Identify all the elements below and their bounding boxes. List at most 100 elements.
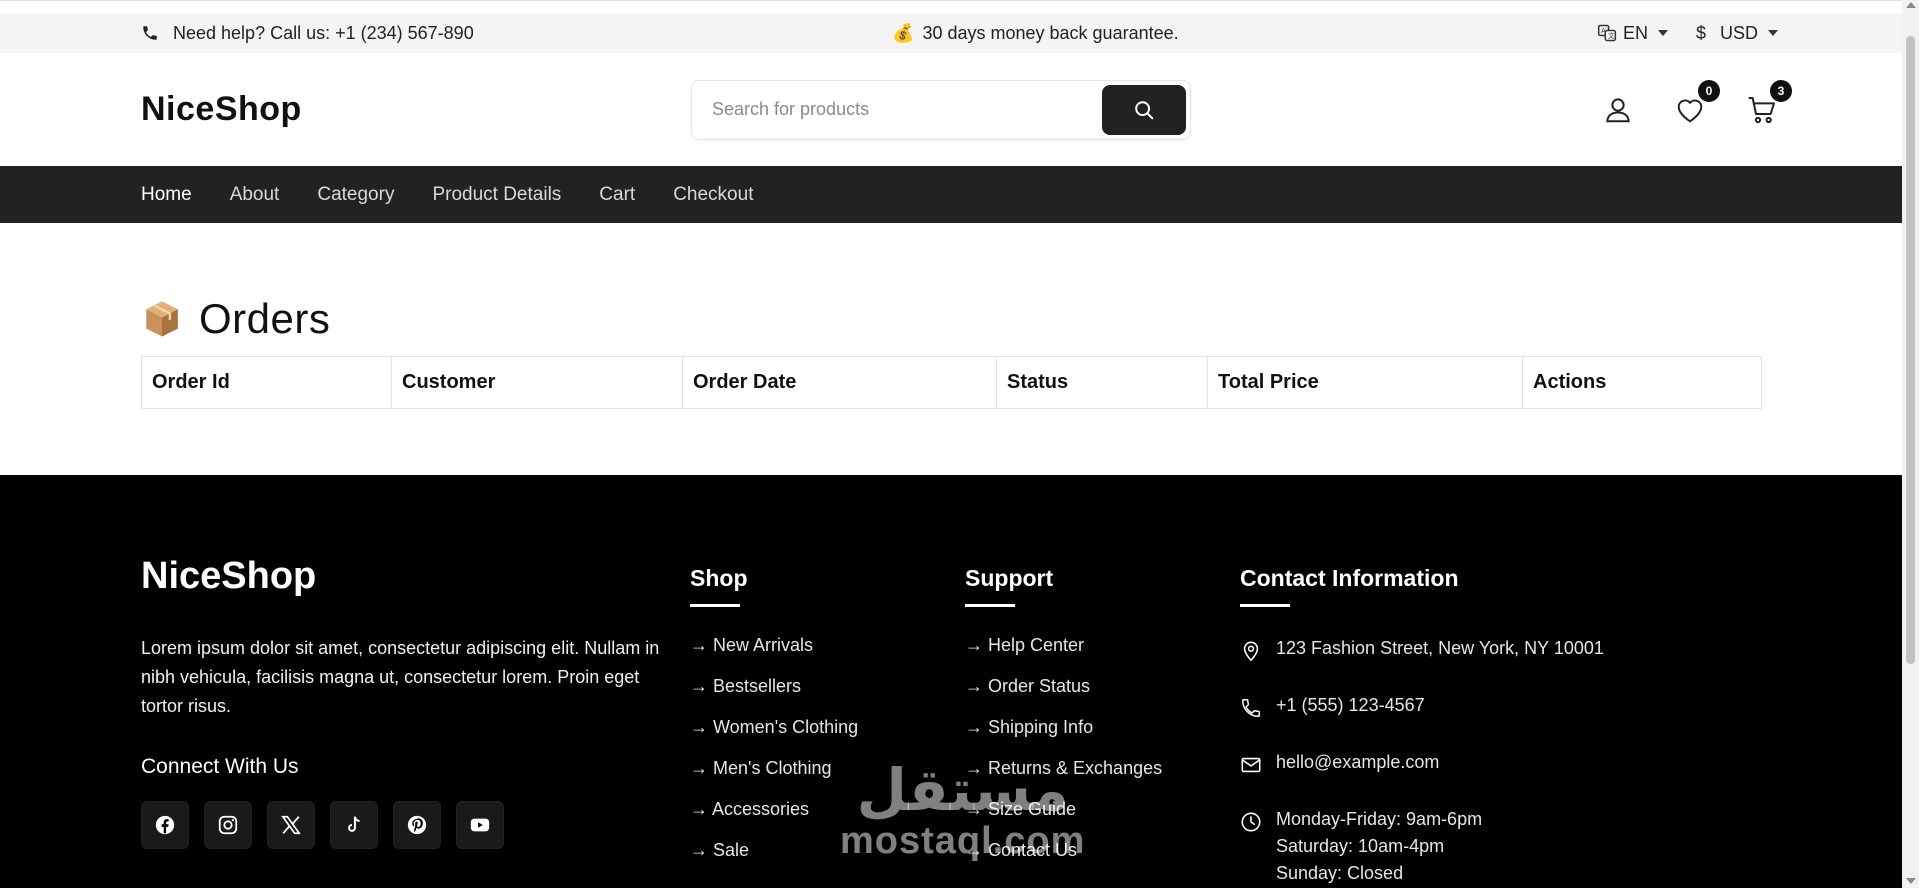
chevron-down-icon [1768, 30, 1778, 36]
heading-underline [965, 604, 1015, 607]
language-value: EN [1622, 22, 1648, 43]
footer-link-help-center[interactable]: → Help Center [965, 635, 1162, 676]
footer-link-bestsellers[interactable]: → Bestsellers [690, 676, 858, 717]
site-logo[interactable]: NiceShop [141, 90, 691, 129]
account-button[interactable] [1602, 94, 1634, 126]
social-facebook-button[interactable] [141, 801, 189, 849]
search-input[interactable] [712, 99, 1102, 120]
social-pinterest-button[interactable] [393, 801, 441, 849]
column-header-order-id: Order Id [141, 356, 392, 409]
help-contact[interactable]: Need help? Call us: +1 (234) 567-890 [141, 23, 474, 44]
currency-dropdown[interactable]: $ USD [1696, 23, 1778, 44]
cart-button[interactable]: 3 [1746, 79, 1792, 126]
site-header: NiceShop 0 3 [0, 53, 1919, 166]
hours-text: Monday-Friday: 9am-6pm Saturday: 10am-4p… [1276, 806, 1482, 887]
currency-symbol: $ [1695, 22, 1706, 43]
nav-item-product-details[interactable]: Product Details [432, 184, 561, 206]
nav-item-cart[interactable]: Cart [599, 184, 635, 206]
heading-underline [690, 604, 740, 607]
table-header-row: Order Id Customer Order Date Status Tota… [141, 356, 1762, 409]
top-info-bar: Need help? Call us: +1 (234) 567-890 💰 3… [0, 1, 1919, 53]
contact-details: 123 Fashion Street, New York, NY 10001 +… [1240, 635, 1604, 887]
wishlist-button[interactable]: 0 [1674, 79, 1720, 126]
footer-contact-column: Contact Information 123 Fashion Street, … [1240, 565, 1604, 888]
package-icon [146, 301, 178, 336]
help-text: Need help? Call us: +1 (234) 567-890 [173, 22, 474, 43]
shop-links: → New Arrivals → Bestsellers → Women's C… [690, 635, 858, 881]
scroll-down-arrow-icon[interactable] [1906, 878, 1916, 884]
orders-table: Order Id Customer Order Date Status Tota… [141, 356, 1762, 409]
column-header-actions: Actions [1522, 356, 1762, 409]
heading-underline [1240, 604, 1290, 607]
support-links: → Help Center → Order Status → Shipping … [965, 635, 1162, 881]
social-youtube-button[interactable] [456, 801, 504, 849]
social-links [141, 801, 661, 849]
promo-banner: 💰 30 days money back guarantee. [474, 23, 1597, 44]
main-navigation: Home About Category Product Details Cart… [0, 166, 1902, 223]
address-text: 123 Fashion Street, New York, NY 10001 [1276, 638, 1604, 658]
social-x-button[interactable] [267, 801, 315, 849]
scrollbar-thumb[interactable] [1906, 36, 1915, 664]
footer-link-sale[interactable]: → Sale [690, 840, 858, 881]
footer-shop-column: Shop → New Arrivals → Bestsellers → Wome… [690, 565, 858, 881]
column-header-order-date: Order Date [682, 356, 997, 409]
nav-item-home[interactable]: Home [141, 184, 192, 206]
footer-link-returns-exchanges[interactable]: → Returns & Exchanges [965, 758, 1162, 799]
x-icon [281, 815, 301, 835]
footer-link-accessories[interactable]: → Accessories [690, 799, 858, 840]
page-scrollbar[interactable] [1902, 0, 1919, 888]
promo-text: 30 days money back guarantee. [922, 22, 1179, 43]
orders-section: Orders Order Id Customer Order Date Stat… [0, 223, 1919, 503]
hours-sunday: Sunday: Closed [1276, 863, 1404, 883]
header-actions: 0 3 [1602, 79, 1792, 126]
footer-link-shipping-info[interactable]: → Shipping Info [965, 717, 1162, 758]
svg-text:文: 文 [1608, 31, 1615, 40]
phone-icon [1242, 699, 1260, 717]
nav-item-about[interactable]: About [230, 184, 280, 206]
footer-logo[interactable]: NiceShop [141, 555, 661, 598]
column-header-status: Status [996, 356, 1208, 409]
column-header-customer: Customer [391, 356, 683, 409]
facebook-icon [155, 815, 175, 835]
svg-text:A: A [1601, 27, 1606, 35]
support-heading: Support [965, 565, 1054, 591]
phone-text[interactable]: +1 (555) 123-4567 [1276, 692, 1425, 719]
search-button[interactable] [1102, 84, 1186, 135]
user-icon [1606, 97, 1630, 122]
contact-heading: Contact Information [1240, 565, 1459, 591]
clock-icon [1241, 812, 1261, 832]
shop-heading: Shop [690, 565, 748, 591]
footer-link-new-arrivals[interactable]: → New Arrivals [690, 635, 858, 676]
footer-link-order-status[interactable]: → Order Status [965, 676, 1162, 717]
translate-icon: A文 [1597, 24, 1617, 42]
page-title-text: Orders [199, 294, 331, 342]
instagram-icon [218, 815, 238, 835]
social-tiktok-button[interactable] [330, 801, 378, 849]
wishlist-count-badge: 0 [1698, 79, 1720, 102]
site-footer: NiceShop Lorem ipsum dolor sit amet, con… [0, 475, 1902, 888]
search-bar [691, 79, 1191, 140]
youtube-icon [470, 818, 490, 832]
language-dropdown[interactable]: A文 EN [1597, 23, 1668, 44]
page-title: Orders [141, 223, 1778, 356]
search-icon [1135, 100, 1154, 119]
contact-address: 123 Fashion Street, New York, NY 10001 [1240, 635, 1604, 662]
contact-email: hello@example.com [1240, 749, 1604, 776]
phone-icon [143, 26, 157, 40]
email-text[interactable]: hello@example.com [1276, 749, 1439, 776]
nav-item-checkout[interactable]: Checkout [673, 184, 753, 206]
tiktok-icon [348, 816, 360, 832]
footer-link-contact-us[interactable]: → Contact Us [965, 840, 1162, 881]
nav-item-category[interactable]: Category [317, 184, 394, 206]
currency-value: USD [1719, 22, 1758, 43]
footer-link-size-guide[interactable]: → Size Guide [965, 799, 1162, 840]
social-instagram-button[interactable] [204, 801, 252, 849]
footer-link-womens-clothing[interactable]: → Women's Clothing [690, 717, 858, 758]
scroll-up-arrow-icon[interactable] [1906, 2, 1916, 8]
contact-hours: Monday-Friday: 9am-6pm Saturday: 10am-4p… [1240, 806, 1604, 887]
column-header-total-price: Total Price [1207, 356, 1523, 409]
contact-phone: +1 (555) 123-4567 [1240, 692, 1604, 719]
money-bag-icon: 💰 [892, 22, 915, 43]
footer-link-mens-clothing[interactable]: → Men's Clothing [690, 758, 858, 799]
locale-controls: A文 EN $ USD [1597, 23, 1778, 44]
